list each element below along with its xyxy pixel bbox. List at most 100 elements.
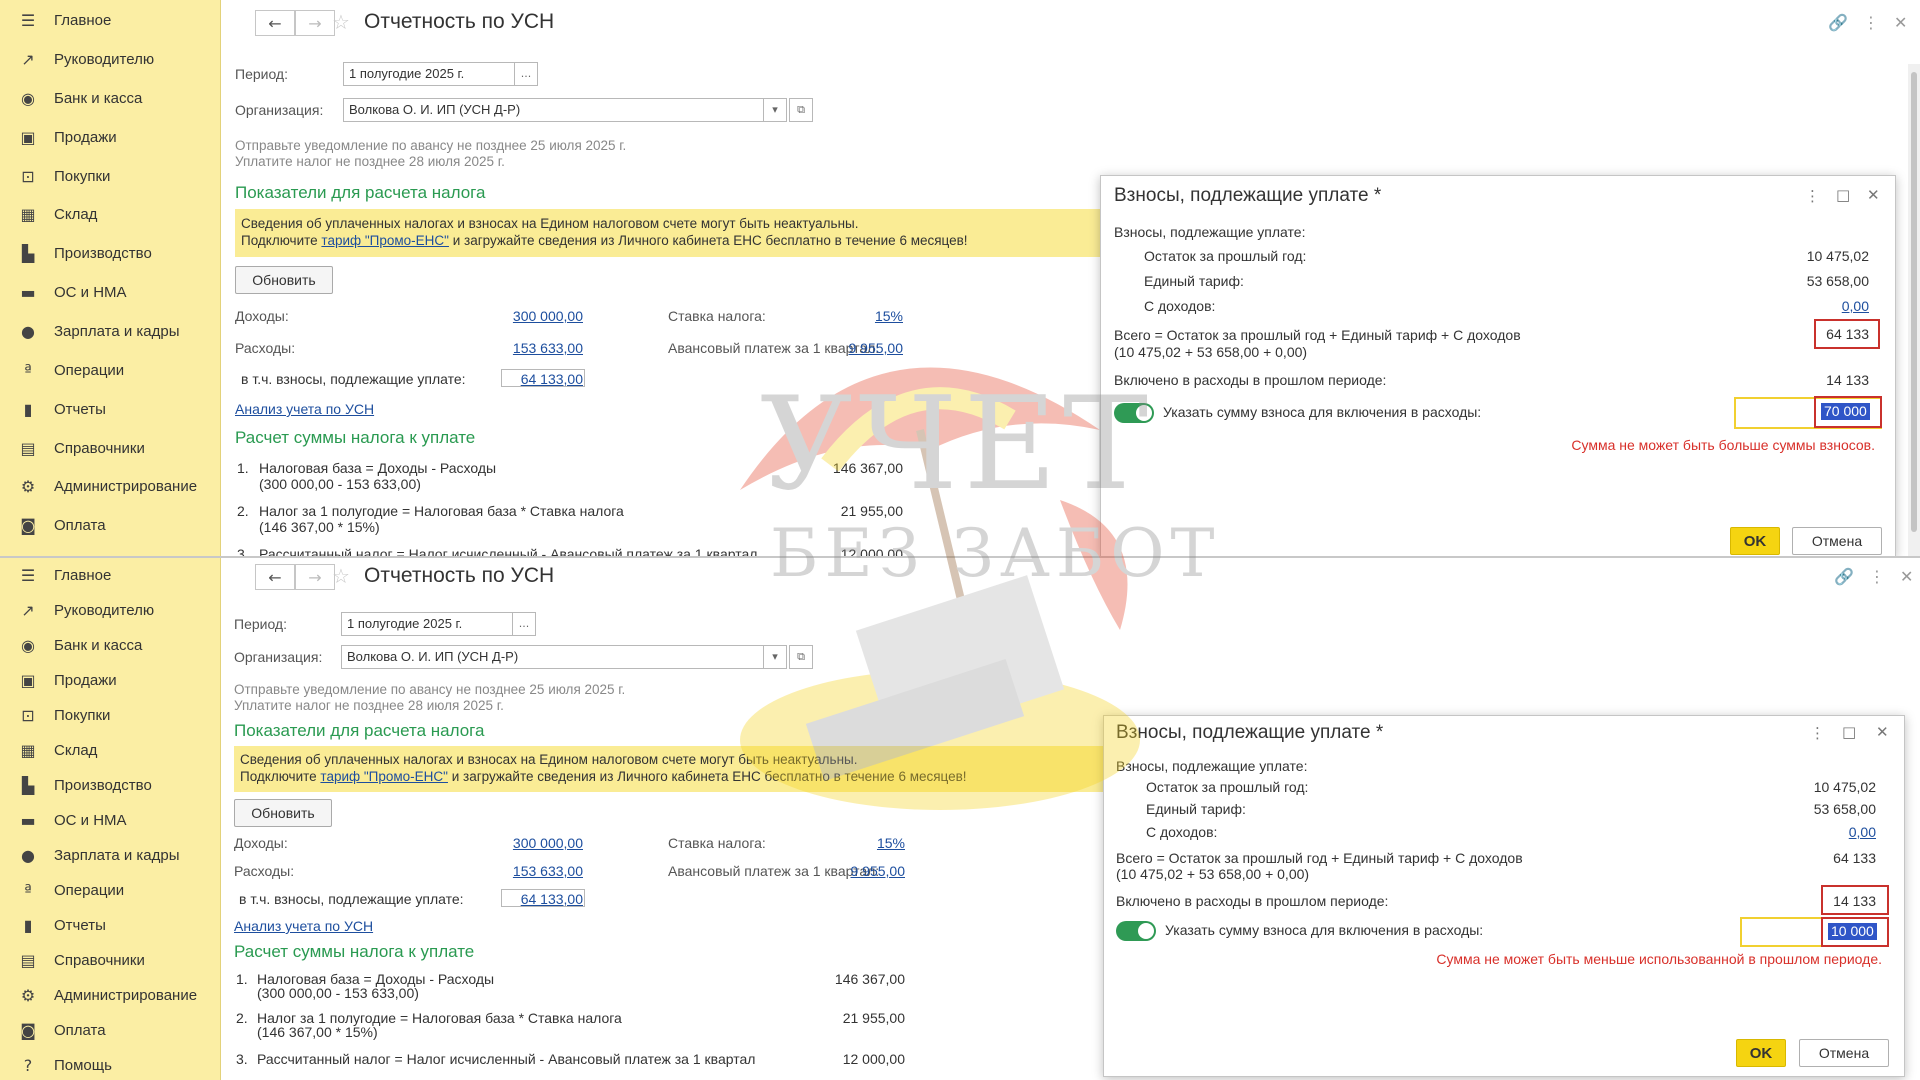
back-button[interactable]: ← [255, 564, 295, 590]
sidebar-item-sales[interactable]: ▣ Продажи [0, 666, 220, 694]
period-field[interactable]: 1 полугодие 2025 г. [343, 62, 515, 86]
cancel-button[interactable]: Отмена [1799, 1039, 1889, 1067]
amount-input-value[interactable]: 70 000 [1821, 403, 1870, 420]
chevron-down-icon: ▾ [772, 103, 778, 116]
sidebar-item-payment[interactable]: ◙ Оплата [0, 1016, 220, 1044]
promo-tariff-link[interactable]: тариф "Промо-ЕНС" [321, 233, 449, 248]
organization-field[interactable]: Волкова О. И. ИП (УСН Д-Р) [341, 645, 767, 669]
organization-field[interactable]: Волкова О. И. ИП (УСН Д-Р) [343, 98, 767, 122]
menu-icon: ☰ [20, 10, 36, 30]
income-value[interactable]: 300 000,00 [461, 835, 583, 851]
usn-analysis-link[interactable]: Анализ учета по УСН [235, 401, 374, 417]
dialog-close-icon[interactable]: ✕ [1867, 186, 1880, 204]
sidebar-item-warehouse[interactable]: ▦ Склад [0, 200, 220, 228]
favorite-star-icon[interactable]: ☆ [332, 564, 350, 588]
period-field[interactable]: 1 полугодие 2025 г. [341, 612, 513, 636]
error-message: Сумма не может быть меньше использованно… [1436, 951, 1882, 967]
link-icon[interactable]: 🔗 [1828, 13, 1848, 32]
usn-analysis-link[interactable]: Анализ учета по УСН [234, 918, 373, 934]
forward-button[interactable]: → [295, 564, 335, 590]
back-button[interactable]: ← [255, 10, 295, 36]
toggle-label: Указать сумму взноса для включения в рас… [1165, 922, 1484, 938]
favorite-star-icon[interactable]: ☆ [332, 10, 350, 34]
sidebar-item-bank[interactable]: ◉ Банк и касса [0, 631, 220, 659]
period-select-button[interactable]: ... [512, 612, 536, 636]
sidebar-item-reports[interactable]: ▮ Отчеты [0, 395, 220, 423]
close-icon[interactable]: ✕ [1894, 13, 1907, 32]
contributions-value[interactable]: 64 133,00 [461, 371, 583, 387]
sidebar-item-bank[interactable]: ◉ Банк и касса [0, 84, 220, 112]
warehouse-grid-icon: ▦ [20, 740, 36, 760]
sidebar-item-sales[interactable]: ▣ Продажи [0, 123, 220, 151]
sidebar-item-help[interactable]: ? Помощь [0, 1051, 220, 1079]
sidebar-item-production[interactable]: ▙ Производство [0, 771, 220, 799]
sidebar-item-purchases[interactable]: ⊡ Покупки [0, 162, 220, 190]
operations-icon: ª [24, 880, 32, 900]
advance-value[interactable]: 9 955,00 [821, 863, 906, 879]
sidebar-item-salary[interactable]: ● Зарплата и кадры [0, 841, 220, 869]
refresh-button[interactable]: Обновить [234, 799, 332, 827]
income-contrib-value[interactable]: 0,00 [1701, 298, 1869, 314]
org-open-button[interactable]: ⧉ [789, 645, 813, 669]
sidebar-item-directories[interactable]: ▤ Справочники [0, 946, 220, 974]
calc-3-result: 12 000,00 [842, 1051, 905, 1067]
sidebar-item-admin[interactable]: ⚙ Администрирование [0, 981, 220, 1009]
sidebar-item-operations[interactable]: ª Операции [0, 356, 220, 384]
sidebar-item-assets[interactable]: ▬ ОС и НМА [0, 806, 220, 834]
sidebar-item-manager[interactable]: ↗ Руководителю [0, 596, 220, 624]
shopping-cart-icon: ⊡ [21, 166, 35, 186]
sidebar-item-reports[interactable]: ▮ Отчеты [0, 911, 220, 939]
dialog-close-icon[interactable]: ✕ [1876, 723, 1889, 741]
expenses-value[interactable]: 153 633,00 [461, 863, 583, 879]
expenses-value[interactable]: 153 633,00 [461, 340, 583, 356]
forward-button[interactable]: → [295, 10, 335, 36]
sidebar-item-warehouse[interactable]: ▦ Склад [0, 736, 220, 764]
contributions-value[interactable]: 64 133,00 [461, 891, 583, 907]
prev-year-value: 10 475,02 [1813, 779, 1876, 795]
expenses-label: Расходы: [234, 863, 295, 879]
maximize-icon[interactable]: □ [1842, 723, 1856, 741]
specify-amount-toggle[interactable] [1114, 403, 1154, 423]
refresh-button[interactable]: Обновить [235, 266, 333, 294]
period-select-button[interactable]: ... [514, 62, 538, 86]
sidebar-item-main[interactable]: ☰ Главное [0, 6, 220, 34]
amount-input-value[interactable]: 10 000 [1828, 923, 1877, 940]
tax-rate-value[interactable]: 15% [821, 308, 903, 324]
maximize-icon[interactable]: □ [1836, 186, 1850, 204]
sidebar-item-main[interactable]: ☰ Главное [0, 561, 220, 589]
org-open-button[interactable]: ⧉ [789, 98, 813, 122]
sidebar-item-admin[interactable]: ⚙ Администрирование [0, 472, 220, 500]
scrollbar-thumb[interactable] [1911, 72, 1917, 532]
specify-amount-toggle[interactable] [1116, 921, 1156, 941]
org-dropdown-button[interactable]: ▾ [763, 98, 787, 122]
dialog-more-icon[interactable]: ⋮ [1805, 187, 1820, 205]
ok-button[interactable]: OK [1730, 527, 1780, 555]
org-dropdown-button[interactable]: ▾ [763, 645, 787, 669]
advance-value[interactable]: 9 955,00 [821, 340, 904, 356]
warning-prefix: Подключите [241, 233, 322, 248]
link-icon[interactable]: 🔗 [1834, 567, 1854, 586]
cancel-button[interactable]: Отмена [1792, 527, 1882, 555]
tax-rate-value[interactable]: 15% [821, 835, 905, 851]
sidebar-item-operations[interactable]: ª Операции [0, 876, 220, 904]
vertical-scrollbar[interactable] [1908, 64, 1920, 558]
ok-button[interactable]: OK [1736, 1039, 1786, 1067]
sidebar-item-directories[interactable]: ▤ Справочники [0, 434, 220, 462]
warning-line-2: Подключите тариф "Промо-ЕНС" и загружайт… [241, 233, 968, 248]
sidebar-item-payment[interactable]: ◙ Оплата [0, 511, 220, 539]
total-formula: Всего = Остаток за прошлый год + Единый … [1114, 327, 1521, 343]
income-value[interactable]: 300 000,00 [461, 308, 583, 324]
sidebar-item-assets[interactable]: ▬ ОС и НМА [0, 278, 220, 306]
dialog-more-icon[interactable]: ⋮ [1810, 724, 1825, 742]
sidebar-item-purchases[interactable]: ⊡ Покупки [0, 701, 220, 729]
sidebar-item-salary[interactable]: ● Зарплата и кадры [0, 317, 220, 345]
sidebar-item-label: Продажи [54, 671, 117, 689]
close-icon[interactable]: ✕ [1900, 567, 1913, 586]
calc-3-number: 3. [236, 1051, 248, 1067]
sidebar-item-manager[interactable]: ↗ Руководителю [0, 45, 220, 73]
more-menu-icon[interactable]: ⋮ [1863, 13, 1879, 32]
more-menu-icon[interactable]: ⋮ [1869, 567, 1885, 586]
income-contrib-value[interactable]: 0,00 [1704, 824, 1876, 840]
promo-tariff-link[interactable]: тариф "Промо-ЕНС" [320, 769, 448, 784]
sidebar-item-production[interactable]: ▙ Производство [0, 239, 220, 267]
